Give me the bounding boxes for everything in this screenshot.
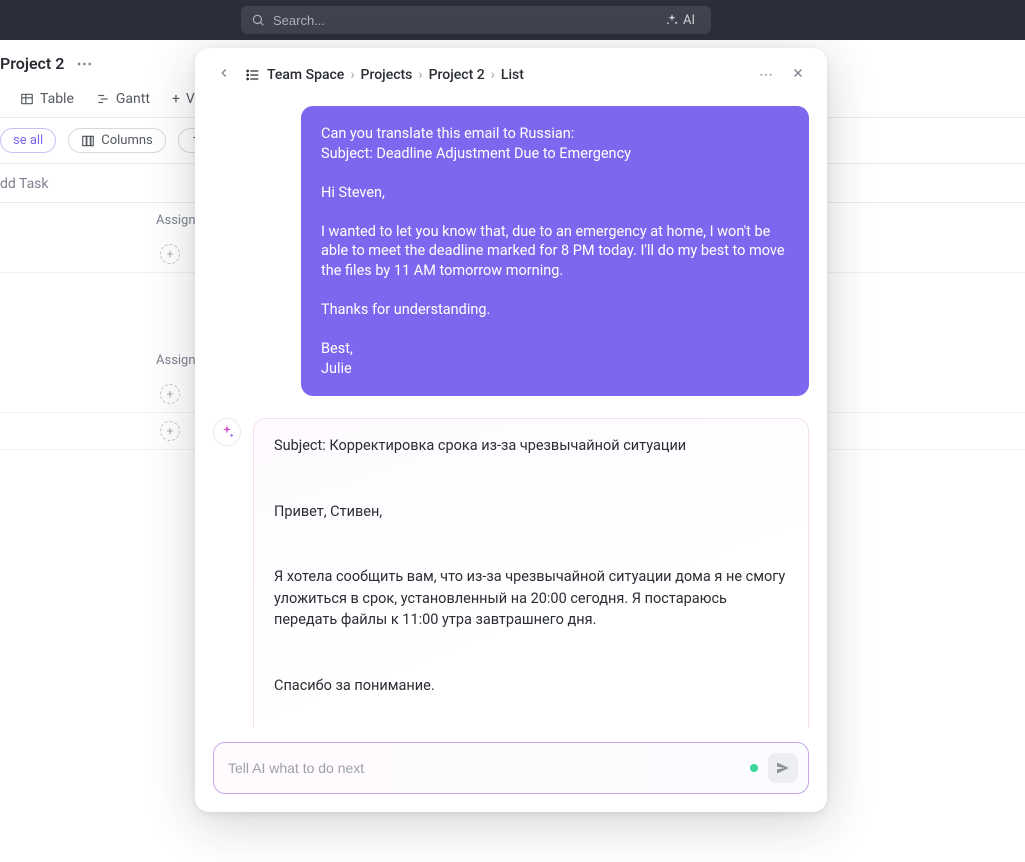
send-button[interactable] bbox=[768, 753, 798, 783]
list-icon bbox=[245, 67, 261, 83]
tab-gantt[interactable]: Gantt bbox=[96, 91, 150, 107]
breadcrumb-separator: › bbox=[491, 67, 495, 83]
add-assignee-icon[interactable]: + bbox=[160, 421, 180, 441]
breadcrumb-projects[interactable]: Projects bbox=[361, 67, 413, 83]
tab-label: Table bbox=[40, 91, 74, 107]
breadcrumb-separator: › bbox=[418, 67, 422, 83]
breadcrumb-view[interactable]: List bbox=[501, 67, 524, 83]
add-assignee-icon[interactable]: + bbox=[160, 244, 180, 264]
ai-chat-modal: Team Space › Projects › Project 2 › List… bbox=[195, 48, 827, 812]
gantt-icon bbox=[96, 92, 110, 106]
pill-label: Columns bbox=[101, 133, 153, 148]
breadcrumb-separator: › bbox=[350, 67, 354, 83]
breadcrumb: Team Space › Projects › Project 2 › List bbox=[245, 67, 745, 83]
ai-label: AI bbox=[683, 13, 695, 28]
modal-header: Team Space › Projects › Project 2 › List… bbox=[195, 48, 827, 102]
chat-scroll-area[interactable]: Can you translate this email to Russian:… bbox=[195, 102, 827, 728]
close-button[interactable] bbox=[787, 62, 809, 88]
ai-message: Subject: Корректировка срока из-за чрезв… bbox=[253, 418, 809, 728]
table-icon bbox=[20, 92, 34, 106]
search-icon bbox=[251, 13, 265, 27]
send-icon bbox=[775, 760, 791, 776]
back-button[interactable] bbox=[213, 62, 235, 88]
ai-button[interactable]: AI bbox=[659, 11, 701, 30]
add-assignee-icon[interactable]: + bbox=[160, 384, 180, 404]
page-more-button[interactable]: ⋯ bbox=[76, 54, 93, 73]
tab-table[interactable]: Table bbox=[20, 91, 74, 107]
sparkle-icon bbox=[665, 13, 679, 27]
add-task-label: dd Task bbox=[0, 176, 49, 192]
tab-label: Gantt bbox=[116, 91, 150, 107]
page-title: Project 2 bbox=[0, 54, 64, 73]
close-all-button[interactable]: se all bbox=[0, 128, 56, 153]
close-icon bbox=[791, 66, 805, 80]
columns-button[interactable]: Columns bbox=[68, 128, 166, 153]
search-input[interactable] bbox=[273, 13, 651, 28]
modal-footer bbox=[195, 728, 827, 812]
breadcrumb-space[interactable]: Team Space bbox=[267, 67, 344, 83]
add-view-button[interactable]: + V bbox=[172, 91, 195, 107]
status-dot-icon bbox=[750, 764, 758, 772]
pill-label: se all bbox=[13, 133, 43, 148]
modal-more-button[interactable]: ⋯ bbox=[755, 63, 777, 87]
breadcrumb-project[interactable]: Project 2 bbox=[429, 67, 485, 83]
global-search[interactable]: AI bbox=[241, 6, 711, 34]
plus-icon: + bbox=[172, 91, 180, 107]
sparkle-icon bbox=[219, 424, 235, 440]
user-message: Can you translate this email to Russian:… bbox=[301, 106, 809, 396]
columns-icon bbox=[81, 134, 95, 148]
composer-input[interactable] bbox=[228, 760, 740, 776]
ai-composer[interactable] bbox=[213, 742, 809, 794]
topbar: AI bbox=[0, 0, 1025, 40]
tab-label: V bbox=[186, 91, 195, 107]
ai-avatar bbox=[213, 418, 241, 446]
chevron-left-icon bbox=[217, 66, 231, 80]
